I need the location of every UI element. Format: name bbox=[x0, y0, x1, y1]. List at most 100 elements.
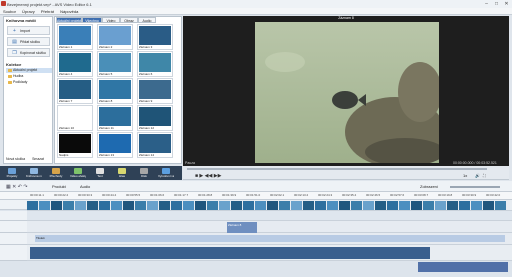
toolbar-button-0[interactable]: Projekty bbox=[4, 167, 20, 179]
tab-video[interactable]: Video bbox=[102, 17, 120, 23]
menu-play[interactable]: Přehrát bbox=[41, 9, 54, 14]
video-clip[interactable] bbox=[495, 201, 506, 210]
media-thumbnail[interactable]: Záznam 7 bbox=[57, 78, 93, 104]
video-clip[interactable] bbox=[459, 201, 470, 210]
video-clip[interactable] bbox=[39, 201, 50, 210]
media-thumbnail[interactable]: Záznam 12 bbox=[137, 105, 173, 131]
video-clip[interactable] bbox=[207, 201, 218, 210]
media-thumbnail[interactable]: Záznam 1 bbox=[57, 24, 93, 50]
video-clip[interactable] bbox=[303, 201, 314, 210]
toolbar-button-1[interactable]: Knihovna médií bbox=[26, 167, 42, 179]
media-thumbnail[interactable]: Záznam 5 bbox=[97, 51, 133, 77]
media-thumbnail[interactable]: Záznam 14 bbox=[137, 132, 173, 158]
video-clip[interactable] bbox=[291, 201, 302, 210]
fullscreen-icon[interactable]: ⛶ bbox=[483, 173, 486, 178]
text-clip[interactable]: Titulek bbox=[35, 235, 505, 242]
effects-track[interactable] bbox=[27, 211, 512, 221]
stop-icon[interactable]: ■ bbox=[195, 173, 198, 179]
media-thumbnail[interactable]: Záznam 4 bbox=[57, 51, 93, 77]
media-thumbnail[interactable]: Záznam 10 bbox=[57, 105, 93, 131]
media-thumbnail[interactable]: Záznam 3 bbox=[137, 24, 173, 50]
media-thumbnail[interactable]: Nadpis bbox=[57, 132, 93, 158]
video-clip[interactable] bbox=[27, 201, 38, 210]
storyboard-icon[interactable]: ▦ bbox=[6, 184, 11, 190]
new-folder-button[interactable]: Nová složka bbox=[6, 157, 25, 161]
import-button[interactable]: + Import bbox=[7, 26, 50, 35]
media-thumbnail[interactable]: Záznam 6 bbox=[137, 51, 173, 77]
tab-image[interactable]: Obraz bbox=[120, 17, 138, 23]
toolbar-button-3[interactable]: Video efekty bbox=[70, 167, 86, 179]
video-clip[interactable] bbox=[423, 201, 434, 210]
play-icon[interactable]: ▶ bbox=[199, 173, 203, 179]
add-folder-button[interactable]: ▤ Přidat složku bbox=[7, 37, 50, 46]
music-clip[interactable] bbox=[418, 262, 508, 272]
tab-current-project[interactable]: Aktuální projekt bbox=[56, 17, 82, 23]
video-clip[interactable] bbox=[123, 201, 134, 210]
overlay-clip[interactable]: Záznam 8 bbox=[227, 222, 257, 233]
seek-bar[interactable] bbox=[187, 168, 487, 170]
video-clip[interactable] bbox=[387, 201, 398, 210]
toolbar-button-4[interactable]: Text bbox=[92, 167, 108, 179]
toolbar-button-2[interactable]: Přechody bbox=[48, 167, 64, 179]
video-clip[interactable] bbox=[147, 201, 158, 210]
tab-audio[interactable]: Audio bbox=[138, 17, 156, 23]
video-clip[interactable] bbox=[315, 201, 326, 210]
video-clip[interactable] bbox=[75, 201, 86, 210]
undo-icon[interactable]: ↶ bbox=[18, 184, 22, 190]
produce-button[interactable]: Produkt bbox=[52, 184, 66, 189]
volume-icon[interactable]: 🔊 bbox=[475, 173, 480, 178]
video-clip[interactable] bbox=[195, 201, 206, 210]
delete-folder-button[interactable]: Smazat bbox=[32, 157, 44, 161]
video-clip[interactable] bbox=[375, 201, 386, 210]
toolbar-button-7[interactable]: Vytvoření videa bbox=[158, 167, 174, 179]
tab-all[interactable]: Všechno bbox=[82, 17, 102, 23]
video-clip[interactable] bbox=[435, 201, 446, 210]
video-clip[interactable] bbox=[87, 201, 98, 210]
media-thumbnail[interactable]: Záznam 11 bbox=[97, 105, 133, 131]
video-clip[interactable] bbox=[63, 201, 74, 210]
menu-file[interactable]: Soubor bbox=[3, 9, 16, 14]
menu-help[interactable]: Nápověda bbox=[60, 9, 78, 14]
folder-item-current[interactable]: Aktuální projekt bbox=[6, 68, 52, 73]
video-clip[interactable] bbox=[363, 201, 374, 210]
video-clip[interactable] bbox=[219, 201, 230, 210]
overlay-track[interactable] bbox=[27, 221, 512, 233]
video-clip[interactable] bbox=[411, 201, 422, 210]
video-clip[interactable] bbox=[483, 201, 494, 210]
video-clip[interactable] bbox=[255, 201, 266, 210]
prev-frame-icon[interactable]: ◀◀ bbox=[205, 173, 213, 179]
next-frame-icon[interactable]: ▶▶ bbox=[214, 173, 222, 179]
video-clip[interactable] bbox=[231, 201, 242, 210]
media-thumbnail[interactable]: Záznam 8 bbox=[97, 78, 133, 104]
video-clip[interactable] bbox=[471, 201, 482, 210]
copy-folder-button[interactable]: ❐ Kopírovat složku bbox=[7, 48, 50, 57]
video-clip[interactable] bbox=[243, 201, 254, 210]
video-clip[interactable] bbox=[267, 201, 278, 210]
video-clip[interactable] bbox=[351, 201, 362, 210]
media-thumbnail[interactable]: Záznam 13 bbox=[97, 132, 133, 158]
close-button[interactable]: ✕ bbox=[502, 1, 511, 7]
video-clip[interactable] bbox=[183, 201, 194, 210]
video-clip[interactable] bbox=[135, 201, 146, 210]
folder-item-music[interactable]: Hudba bbox=[6, 74, 52, 79]
menu-edit[interactable]: Úpravy bbox=[22, 9, 35, 14]
folder-item-assets[interactable]: Podklady bbox=[6, 80, 52, 85]
speed-label[interactable]: 1x bbox=[463, 173, 467, 178]
audio-waveform[interactable] bbox=[30, 247, 430, 259]
video-clip[interactable] bbox=[159, 201, 170, 210]
zoom-slider[interactable] bbox=[450, 186, 500, 188]
minimize-button[interactable]: – bbox=[482, 1, 491, 7]
video-clip[interactable] bbox=[447, 201, 458, 210]
video-clip[interactable] bbox=[51, 201, 62, 210]
media-thumbnail[interactable]: Záznam 9 bbox=[137, 78, 173, 104]
media-thumbnail[interactable]: Záznam 2 bbox=[97, 24, 133, 50]
redo-icon[interactable]: ↷ bbox=[23, 184, 27, 190]
video-clip[interactable] bbox=[327, 201, 338, 210]
toolbar-button-5[interactable]: Hlas bbox=[114, 167, 130, 179]
video-clip[interactable] bbox=[399, 201, 410, 210]
maximize-button[interactable]: □ bbox=[492, 1, 501, 7]
video-clip[interactable] bbox=[279, 201, 290, 210]
video-clip[interactable] bbox=[111, 201, 122, 210]
toolbar-button-6[interactable]: Disk bbox=[136, 167, 152, 179]
delete-icon[interactable]: ✕ bbox=[12, 184, 16, 190]
